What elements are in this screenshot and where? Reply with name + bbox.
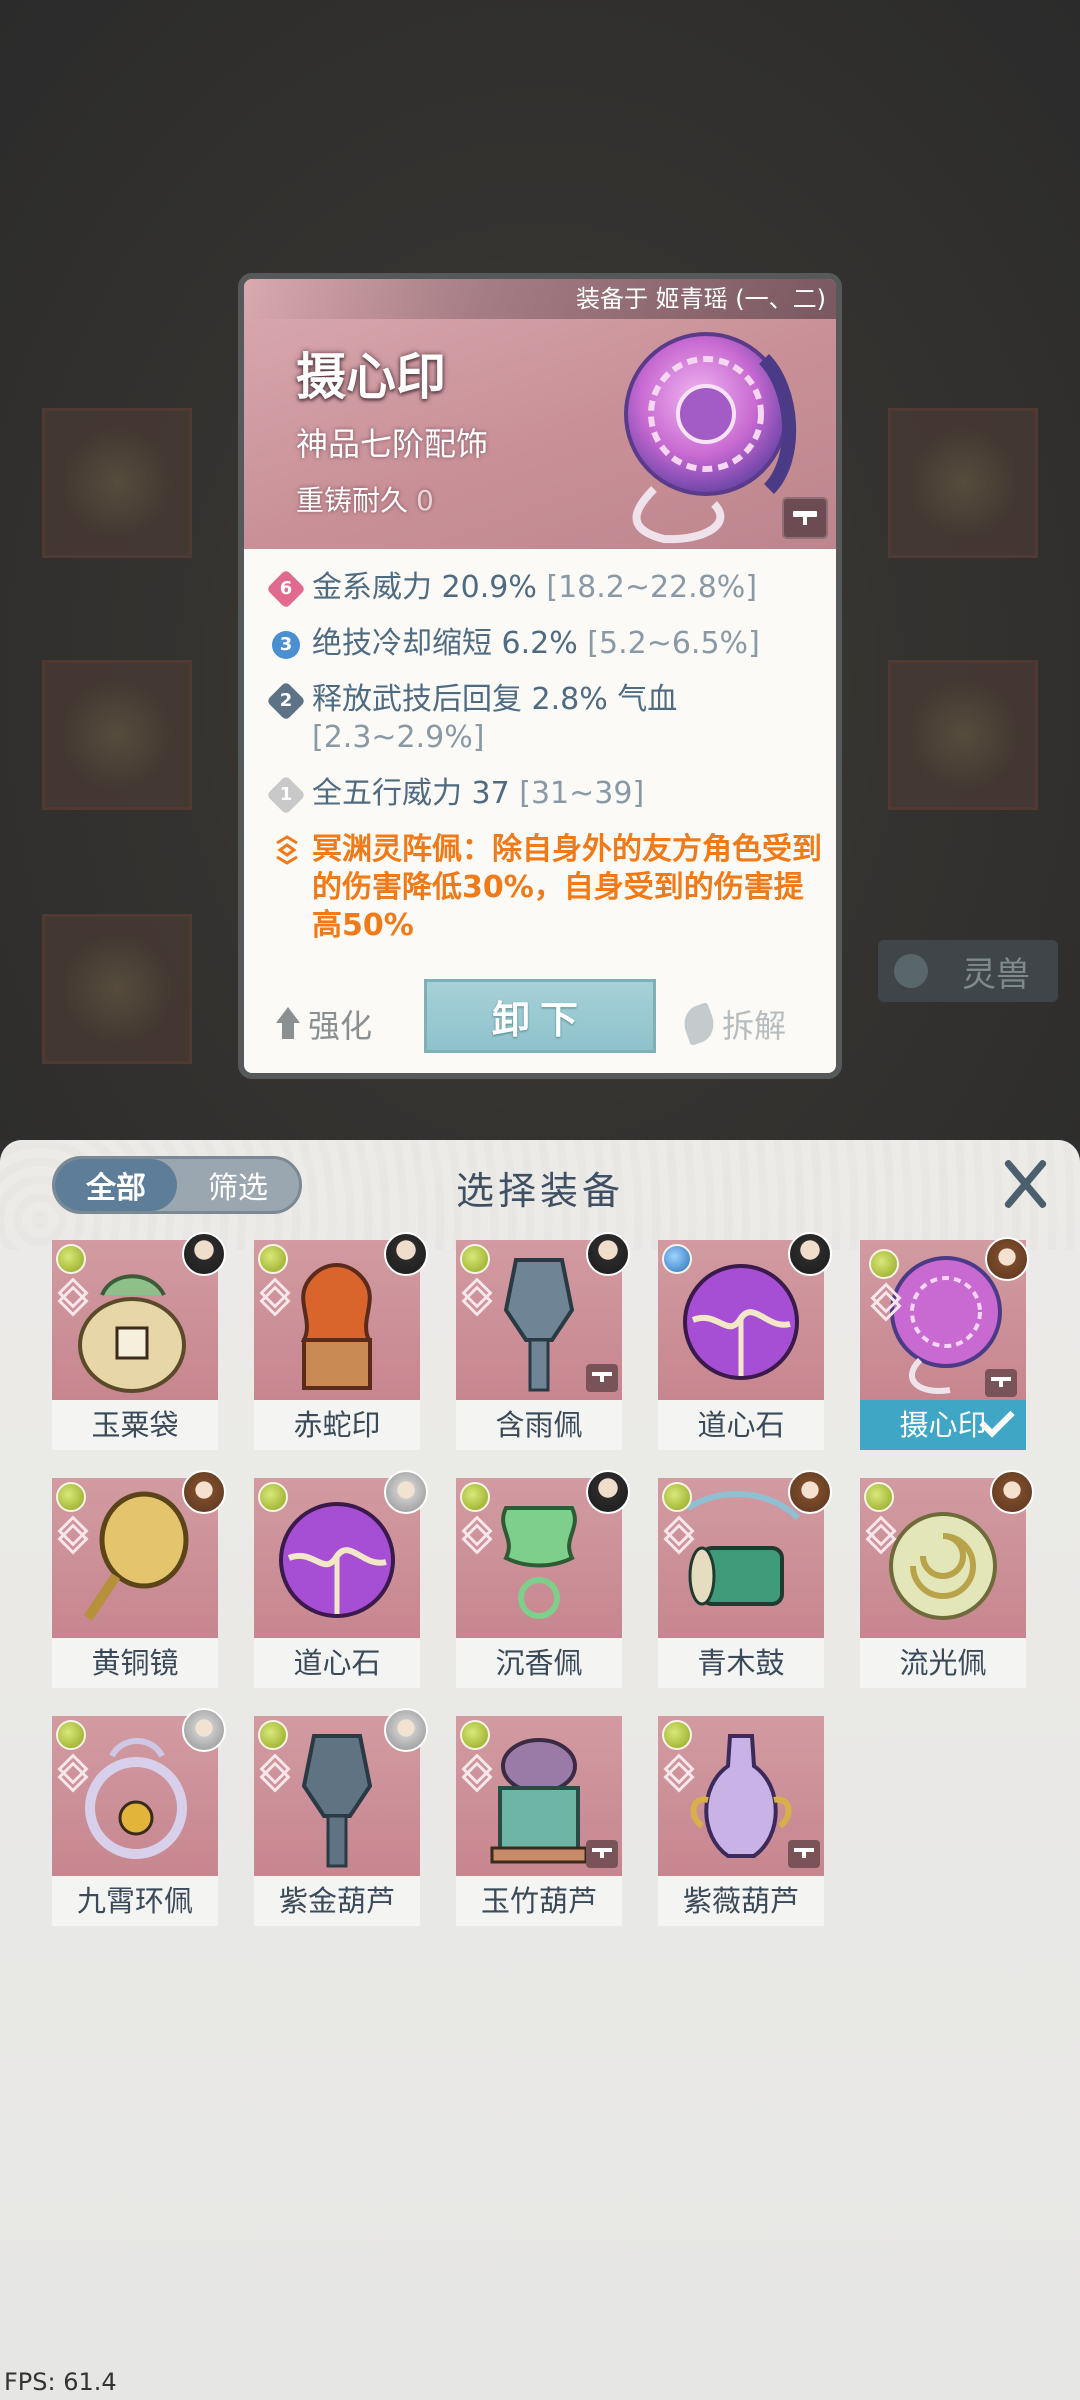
equipment-card[interactable]: 玉竹葫芦 — [456, 1716, 622, 1926]
detail-header: 装备于 姬青瑶 (一、二) 摄心印 神品七阶配饰 重铸耐久 0 — [244, 279, 836, 549]
dismantle-icon — [678, 1001, 720, 1047]
element-icon — [56, 1482, 86, 1512]
dismantle-button[interactable]: 拆解 — [678, 1001, 786, 1047]
equipment-card[interactable]: 黄铜镜 — [52, 1470, 226, 1688]
owner-avatar — [182, 1708, 226, 1752]
set-icon — [58, 1522, 82, 1546]
element-icon — [460, 1244, 490, 1274]
stat-line: 1 全五行威力 37 [31~39] — [266, 775, 828, 815]
spirit-beast-tab[interactable]: 灵兽 — [878, 940, 1058, 1002]
detail-actions: 强化 卸下 拆解 — [244, 979, 836, 1073]
stat-line: 6 金系威力 20.9% [18.2~22.8%] — [266, 569, 828, 609]
owner-avatar — [985, 1237, 1029, 1281]
equipment-card-selected[interactable]: 摄心印 — [860, 1237, 1029, 1450]
item-name: 摄心印 — [296, 347, 446, 406]
set-icon — [260, 1760, 284, 1784]
equip-slot-weapon[interactable] — [42, 408, 192, 558]
owner-avatar — [384, 1708, 428, 1752]
stat-line: 3 绝技冷却缩短 6.2% [5.2~6.5%] — [268, 625, 828, 663]
owner-avatar — [384, 1470, 428, 1514]
owner-avatar — [182, 1470, 226, 1514]
tier-badge-icon: 1 — [266, 775, 306, 815]
owner-avatar — [788, 1470, 832, 1514]
equip-slot-boots[interactable] — [42, 914, 192, 1064]
element-icon — [662, 1720, 692, 1750]
equipment-card[interactable]: 流光佩 — [860, 1470, 1034, 1688]
element-icon — [56, 1720, 86, 1750]
set-effect-icon — [276, 835, 298, 865]
strengthen-button[interactable]: 强化 — [274, 1001, 372, 1047]
equipment-card[interactable]: 赤蛇印 — [254, 1232, 428, 1450]
equipment-card[interactable]: 紫金葫芦 — [254, 1708, 428, 1926]
spirit-icon — [894, 954, 928, 988]
set-icon — [462, 1522, 486, 1546]
set-icon — [58, 1760, 82, 1784]
element-icon — [258, 1244, 288, 1274]
tier-badge-icon: 3 — [272, 631, 300, 659]
lock-icon — [788, 1840, 820, 1868]
element-icon — [56, 1244, 86, 1274]
element-icon — [662, 1244, 692, 1274]
lock-icon — [586, 1840, 618, 1868]
set-effect-text: 冥渊灵阵佩：除自身外的友方角色受到的伤害降低30%，自身受到的伤害提高50% — [268, 831, 828, 945]
equipment-card[interactable]: 沉香佩 — [456, 1470, 630, 1688]
owner-avatar — [384, 1232, 428, 1276]
lock-icon — [985, 1369, 1017, 1397]
owner-avatar — [586, 1470, 630, 1514]
tier-badge-icon: 2 — [266, 681, 306, 721]
arrow-up-icon — [274, 1007, 302, 1041]
equipment-card[interactable]: 九霄环佩 — [52, 1708, 226, 1926]
element-icon — [460, 1720, 490, 1750]
fps-counter: FPS: 61.4 — [4, 2368, 117, 2396]
element-icon — [662, 1482, 692, 1512]
owner-avatar — [788, 1232, 832, 1276]
item-durability: 重铸耐久 0 — [296, 484, 434, 517]
equipment-card[interactable]: 道心石 — [254, 1470, 428, 1688]
item-grade: 神品七阶配饰 — [296, 425, 489, 463]
set-icon — [58, 1284, 82, 1308]
set-icon — [664, 1760, 688, 1784]
equip-slot-accessory[interactable] — [888, 408, 1038, 558]
element-icon — [258, 1482, 288, 1512]
element-icon — [460, 1482, 490, 1512]
lock-badge-icon[interactable] — [782, 497, 828, 539]
equipment-card[interactable]: 紫薇葫芦 — [658, 1716, 824, 1926]
element-icon — [258, 1720, 288, 1750]
stat-line: 2 释放武技后回复 2.8% 气血 [2.3~2.9%] — [266, 681, 828, 757]
set-icon — [866, 1522, 890, 1546]
element-icon — [864, 1482, 894, 1512]
select-equipment-panel: 全部 筛选 选择装备 玉粟袋 赤蛇印 含雨佩 道心石 摄心印 黄铜镜 道心石 沉… — [0, 1140, 1080, 2400]
equipment-detail-popup: 装备于 姬青瑶 (一、二) 摄心印 神品七阶配饰 重铸耐久 0 6 金系威力 2… — [238, 273, 842, 1079]
equipped-on-label: 装备于 姬青瑶 (一、二) — [244, 279, 836, 319]
equipment-card[interactable]: 玉粟袋 — [52, 1232, 226, 1450]
close-icon[interactable] — [998, 1156, 1052, 1210]
set-icon — [462, 1760, 486, 1784]
equipment-card[interactable]: 青木鼓 — [658, 1470, 832, 1688]
equip-slot-mirror[interactable] — [888, 660, 1038, 810]
set-icon — [664, 1522, 688, 1546]
equipment-card[interactable]: 含雨佩 — [456, 1232, 630, 1450]
stat-list: 6 金系威力 20.9% [18.2~22.8%] 3 绝技冷却缩短 6.2% … — [266, 569, 828, 963]
set-icon — [260, 1284, 284, 1308]
unequip-button[interactable]: 卸下 — [424, 979, 656, 1053]
set-icon — [462, 1284, 486, 1308]
owner-avatar — [990, 1470, 1034, 1514]
panel-title: 选择装备 — [455, 1169, 624, 1213]
tier-badge-icon: 6 — [266, 569, 306, 609]
equip-slot-armor[interactable] — [42, 660, 192, 810]
set-icon — [871, 1289, 895, 1313]
mind-seal-art-icon — [624, 332, 797, 544]
equipment-card[interactable]: 道心石 — [658, 1232, 832, 1450]
lock-icon — [586, 1364, 618, 1392]
owner-avatar — [586, 1232, 630, 1276]
owner-avatar — [182, 1232, 226, 1276]
element-icon — [869, 1249, 899, 1279]
